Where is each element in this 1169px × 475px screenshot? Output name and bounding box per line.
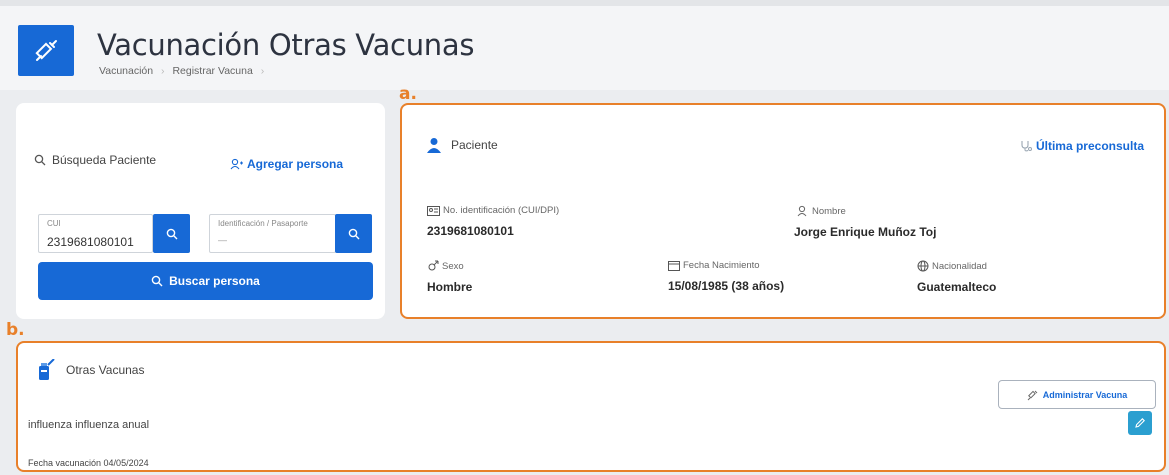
last-preconsult-label: Última preconsulta (1035, 139, 1144, 153)
last-preconsult-link[interactable]: Última preconsulta (1020, 139, 1144, 153)
id-card-icon (427, 205, 440, 216)
patient-name-label: Nombre (812, 205, 846, 217)
annotation-marker-b: b. (6, 320, 25, 340)
patient-nationality-label: Nacionalidad (932, 260, 987, 272)
user-outline-icon (797, 205, 807, 217)
vaccine-vial-icon (39, 359, 55, 380)
patient-sex-label: Sexo (442, 260, 464, 272)
patient-sex-info: Sexo Hombre (427, 260, 472, 294)
cui-field-value: 2319681080101 (47, 235, 134, 249)
globe-icon (917, 260, 929, 272)
stethoscope-icon (1021, 141, 1032, 152)
patient-id-value: 2319681080101 (427, 224, 514, 238)
patient-id-info: No. identificación (CUI/DPI) 23196810801… (427, 205, 559, 238)
cui-field-label: CUI (47, 219, 61, 228)
pencil-icon (1135, 418, 1145, 428)
vaccine-item-date: Fecha vacunación 04/05/2024 (28, 458, 149, 468)
other-vaccines-card: Otras Vacunas Administrar Vacuna influen… (16, 341, 1166, 472)
patient-birth-label: Fecha Nacimiento (683, 260, 760, 271)
add-user-icon (230, 158, 243, 170)
search-patient-card: Búsqueda Paciente Agregar persona CUI 23… (16, 103, 385, 319)
breadcrumb-separator: › (161, 65, 165, 77)
passport-field-value: — (218, 235, 227, 245)
search-person-label: Buscar persona (169, 274, 260, 288)
gender-icon (428, 260, 439, 271)
search-icon (348, 228, 359, 239)
add-person-link[interactable]: Agregar persona (230, 157, 343, 171)
patient-title-label: Paciente (451, 138, 498, 152)
breadcrumb: Vacunación › Registrar Vacuna › (99, 65, 269, 77)
administer-vaccine-label: Administrar Vacuna (1042, 389, 1128, 400)
patient-card: Paciente Última preconsulta No. identifi… (400, 103, 1166, 319)
annotation-marker-a: a. (399, 84, 417, 104)
add-person-label: Agregar persona (247, 157, 344, 171)
search-icon (34, 154, 46, 166)
patient-name-info: Nombre Jorge Enrique Muñoz Toj (794, 205, 937, 240)
breadcrumb-item-vacunacion[interactable]: Vacunación (99, 65, 153, 77)
patient-nationality-value: Guatemalteco (917, 280, 997, 294)
page-header: Vacunación Otras Vacunas Vacunación › Re… (0, 0, 1169, 90)
patient-sex-value: Hombre (427, 280, 473, 294)
breadcrumb-item-registrar[interactable]: Registrar Vacuna (172, 65, 252, 77)
patient-birth-info: Fecha Nacimiento 15/08/1985 (38 años) (668, 260, 784, 293)
vaccine-item-name: influenza influenza anual (28, 419, 150, 431)
patient-name-value: Jorge Enrique Muñoz Toj (794, 225, 937, 239)
passport-field-label: Identificación / Pasaporte (218, 219, 308, 228)
patient-title: Paciente (427, 137, 498, 153)
other-vaccines-title: Otras Vacunas (36, 359, 144, 381)
administer-vaccine-button[interactable]: Administrar Vacuna (998, 380, 1156, 409)
edit-vaccine-button[interactable] (1128, 411, 1152, 435)
passport-search-button[interactable] (335, 214, 372, 253)
breadcrumb-separator: › (260, 65, 265, 77)
search-patient-title: Búsqueda Paciente (34, 153, 156, 167)
search-icon (166, 228, 177, 239)
other-vaccines-label: Otras Vacunas (66, 363, 145, 377)
search-icon (151, 275, 163, 287)
page-title: Vacunación Otras Vacunas (97, 28, 475, 62)
cui-field[interactable]: CUI 2319681080101 (38, 214, 153, 253)
syringe-icon (1027, 390, 1038, 400)
syringe-icon (18, 25, 74, 76)
cui-search-button[interactable] (153, 214, 190, 253)
search-title-label: Búsqueda Paciente (52, 153, 157, 167)
calendar-icon (668, 261, 680, 271)
patient-birth-value: 15/08/1985 (38 años) (668, 279, 785, 293)
search-person-button[interactable]: Buscar persona (38, 262, 373, 300)
user-icon (427, 138, 441, 153)
patient-id-label: No. identificación (CUI/DPI) (443, 205, 560, 216)
passport-field[interactable]: Identificación / Pasaporte — (209, 214, 336, 253)
patient-nationality-info: Nacionalidad Guatemalteco (917, 260, 996, 294)
